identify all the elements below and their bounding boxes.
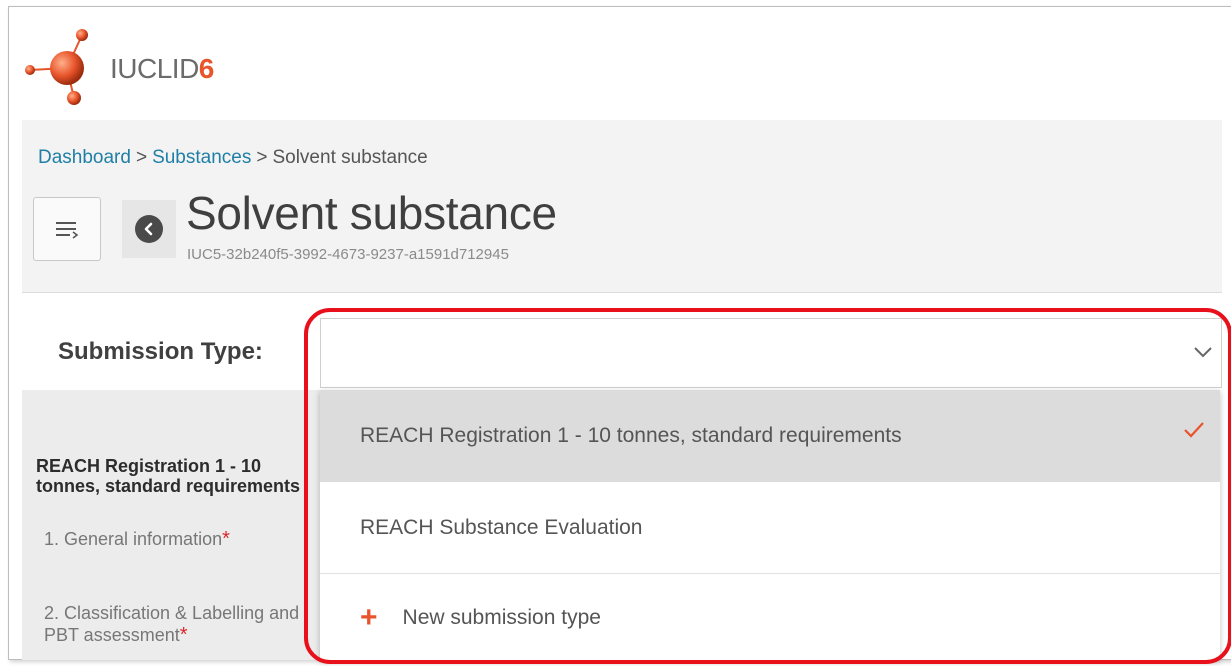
option-reach-substance-evaluation[interactable]: REACH Substance Evaluation xyxy=(320,482,1220,574)
sidebar-item-classification-labelling[interactable]: 2. Classification & Labelling and PBT as… xyxy=(44,602,314,646)
back-arrow-icon xyxy=(135,215,163,243)
molecule-icon xyxy=(25,29,88,105)
chevron-down-icon[interactable] xyxy=(1193,345,1213,364)
sidebar-title: REACH Registration 1 - 10 tonnes, standa… xyxy=(36,456,301,496)
sidebar-item-general-information[interactable]: 1. General information* xyxy=(44,528,230,550)
iuclid-logo: IUCLID6 xyxy=(22,20,222,110)
breadcrumb-dashboard[interactable]: Dashboard xyxy=(38,147,131,168)
breadcrumb-substances[interactable]: Substances xyxy=(152,147,251,168)
entity-uuid: IUC5-32b240f5-3992-4673-9237-a1591d71294… xyxy=(187,246,509,263)
submission-type-dropdown: REACH Registration 1 - 10 tonnes, standa… xyxy=(320,390,1220,660)
menu-toggle-button[interactable] xyxy=(33,197,101,261)
option-reach-registration-1-10[interactable]: REACH Registration 1 - 10 tonnes, standa… xyxy=(320,390,1220,482)
submission-type-select[interactable] xyxy=(320,318,1222,388)
new-submission-type-button[interactable]: + New submission type xyxy=(320,575,1220,660)
menu-icon xyxy=(56,222,79,239)
breadcrumb: Dashboard > Substances > Solvent substance xyxy=(38,147,428,168)
page-title: Solvent substance xyxy=(186,187,557,239)
checkmark-icon xyxy=(1182,420,1206,446)
divider xyxy=(22,292,1222,293)
logo-text: IUCLID6 xyxy=(110,53,214,84)
back-button[interactable] xyxy=(122,200,176,258)
plus-icon: + xyxy=(360,600,378,634)
submission-type-label: Submission Type: xyxy=(58,338,263,365)
breadcrumb-current: Solvent substance xyxy=(272,147,428,168)
